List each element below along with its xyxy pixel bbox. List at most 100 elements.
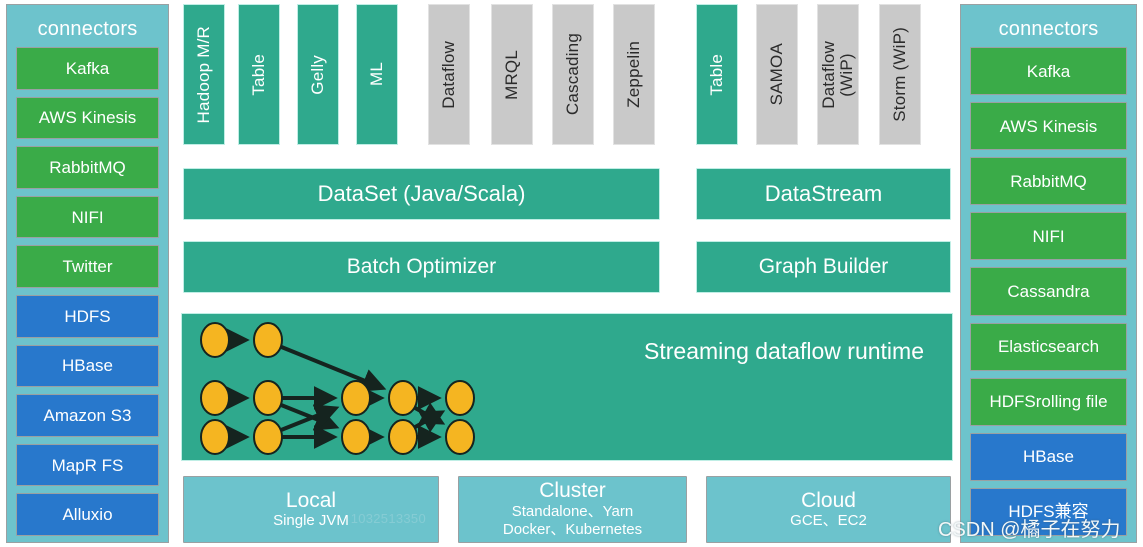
library-column-label: Cascading bbox=[563, 33, 583, 116]
connector-label: Alluxio bbox=[62, 505, 113, 525]
library-column-label: Dataflow bbox=[439, 40, 459, 109]
graph-node bbox=[200, 380, 230, 416]
connector-item[interactable]: Cassandra bbox=[970, 267, 1127, 316]
connector-item[interactable]: RabbitMQ bbox=[970, 157, 1127, 206]
connector-item[interactable]: Alluxio bbox=[16, 493, 159, 536]
dataflow-graph-icon bbox=[200, 322, 475, 455]
graph-node bbox=[388, 380, 418, 416]
deployment-local-title: Local bbox=[285, 488, 337, 512]
connector-label: RabbitMQ bbox=[49, 157, 126, 177]
connector-item[interactable]: RabbitMQ bbox=[16, 146, 159, 189]
connector-item[interactable]: AWS Kinesis bbox=[970, 102, 1127, 151]
library-column[interactable]: Gelly bbox=[297, 4, 339, 145]
connector-label: NIFI bbox=[1032, 226, 1065, 246]
library-column[interactable]: Cascading bbox=[552, 4, 594, 145]
center-stack: Hadoop M/R Table Gelly ML Dataflow MRQL Cascad… bbox=[181, 4, 953, 543]
right-connectors-panel: connectors Kafka AWS Kinesis RabbitMQ NIFI C… bbox=[960, 4, 1137, 543]
batch-optimizer-label: Batch Optimizer bbox=[346, 255, 497, 278]
connector-label: HDFS bbox=[64, 306, 111, 326]
connector-item[interactable]: Kafka bbox=[970, 47, 1127, 96]
connector-label: Kafka bbox=[65, 58, 110, 78]
connector-item[interactable]: MapR FS bbox=[16, 443, 159, 487]
connector-item[interactable]: HBase bbox=[16, 344, 159, 388]
batch-optimizer-bar[interactable]: Batch Optimizer bbox=[183, 241, 660, 293]
connector-label: RabbitMQ bbox=[1010, 171, 1087, 191]
connector-label: Amazon S3 bbox=[43, 405, 132, 425]
graph-builder-bar[interactable]: Graph Builder bbox=[696, 241, 951, 293]
connector-label: Elasticsearch bbox=[997, 337, 1100, 357]
connector-item[interactable]: NIFI bbox=[970, 212, 1127, 261]
library-column[interactable]: MRQL bbox=[491, 4, 533, 145]
left-connector-list: Kafka AWS Kinesis RabbitMQ NIFI Twitter HDFS H… bbox=[16, 47, 159, 542]
dataset-api-bar[interactable]: DataSet (Java/Scala) bbox=[183, 168, 660, 220]
library-column[interactable]: Table bbox=[696, 4, 738, 145]
graph-node bbox=[445, 380, 475, 416]
connector-label: AWS Kinesis bbox=[38, 108, 137, 128]
connector-item[interactable]: Elasticsearch bbox=[970, 322, 1127, 371]
deployment-cloud[interactable]: Cloud GCE、EC2 bbox=[706, 476, 951, 543]
connector-label: HDFS兼容 bbox=[1008, 502, 1089, 522]
connector-item[interactable]: Amazon S3 bbox=[16, 394, 159, 437]
graph-node bbox=[341, 380, 371, 416]
library-column-label: Storm (WiP) bbox=[890, 27, 910, 122]
graph-node bbox=[253, 419, 283, 455]
library-column[interactable]: Zeppelin bbox=[613, 4, 655, 145]
deployment-local[interactable]: Local Single JVM 1032513350 bbox=[183, 476, 439, 543]
connector-label: MapR FS bbox=[51, 455, 124, 475]
graph-edge bbox=[280, 344, 387, 392]
library-column-label: SAMOA bbox=[767, 43, 787, 106]
library-column[interactable]: Hadoop M/R bbox=[183, 4, 225, 145]
library-column-label: ML bbox=[367, 62, 387, 87]
graph-node bbox=[445, 419, 475, 455]
connector-item[interactable]: Twitter bbox=[16, 245, 159, 288]
library-column-label: Gelly bbox=[308, 54, 328, 95]
connector-label: HBase bbox=[61, 356, 114, 376]
connector-label: Cassandra bbox=[1007, 281, 1090, 301]
library-column[interactable]: Dataflow bbox=[428, 4, 470, 145]
connector-item[interactable]: HBase bbox=[970, 432, 1127, 481]
deployment-cloud-sub-1: GCE、EC2 bbox=[790, 512, 867, 530]
connector-item[interactable]: HDFS兼容 bbox=[970, 487, 1127, 536]
datastream-api-label: DataStream bbox=[764, 181, 883, 206]
library-column-label: MRQL bbox=[502, 49, 522, 100]
library-column-label: Table bbox=[707, 53, 727, 96]
library-column-label: Zeppelin bbox=[624, 41, 644, 108]
graph-edge bbox=[280, 403, 340, 431]
left-connectors-panel: connectors Kafka AWS Kinesis RabbitMQ NIFI T… bbox=[6, 4, 169, 543]
connector-label: HBase bbox=[1022, 447, 1075, 467]
library-column[interactable]: SAMOA bbox=[756, 4, 798, 145]
dataset-api-label: DataSet (Java/Scala) bbox=[317, 181, 526, 206]
streaming-runtime-panel[interactable]: Streaming dataflow runtime bbox=[181, 313, 953, 461]
deployment-cluster-title: Cluster bbox=[539, 479, 606, 503]
connector-label: Twitter bbox=[62, 257, 113, 277]
libraries-row: Hadoop M/R Table Gelly ML Dataflow MRQL Cascad… bbox=[181, 4, 953, 145]
connector-item[interactable]: NIFI bbox=[16, 195, 159, 239]
deployment-cluster-sub-1: Standalone、Yarn bbox=[511, 502, 634, 520]
local-watermark: 1032513350 bbox=[350, 511, 426, 526]
connector-item[interactable]: AWS Kinesis bbox=[16, 96, 159, 140]
deployment-cluster[interactable]: Cluster Standalone、Yarn Docker、Kubernete… bbox=[458, 476, 687, 543]
datastream-api-bar[interactable]: DataStream bbox=[696, 168, 951, 220]
right-connector-list: Kafka AWS Kinesis RabbitMQ NIFI Cassandra Ela… bbox=[970, 47, 1127, 542]
connector-label: HDFS bbox=[989, 392, 1036, 412]
left-panel-title: connectors bbox=[37, 18, 138, 40]
library-column[interactable]: Table bbox=[238, 4, 280, 145]
deployment-local-sub-1: Single JVM bbox=[273, 512, 349, 530]
library-column-label: Table bbox=[249, 53, 269, 96]
flink-architecture-diagram: connectors Kafka AWS Kinesis RabbitMQ NIFI T… bbox=[0, 0, 1143, 547]
library-column-label: Dataflow (WiP) bbox=[819, 40, 856, 109]
graph-edge bbox=[280, 404, 340, 432]
connector-item[interactable]: HDFS bbox=[16, 294, 159, 338]
graph-builder-label: Graph Builder bbox=[758, 255, 889, 278]
deployment-cluster-sub-2: Docker、Kubernetes bbox=[502, 521, 643, 539]
right-panel-title: connectors bbox=[998, 18, 1099, 40]
graph-node bbox=[388, 419, 418, 455]
library-column-label: Hadoop M/R bbox=[194, 25, 214, 124]
connector-item[interactable]: HDFS rolling file bbox=[970, 377, 1127, 426]
connector-item[interactable]: Kafka bbox=[16, 47, 159, 90]
library-column[interactable]: Storm (WiP) bbox=[879, 4, 921, 145]
graph-node bbox=[253, 322, 283, 358]
library-column[interactable]: Dataflow (WiP) bbox=[817, 4, 859, 145]
library-column[interactable]: ML bbox=[356, 4, 398, 145]
graph-node bbox=[200, 322, 230, 358]
